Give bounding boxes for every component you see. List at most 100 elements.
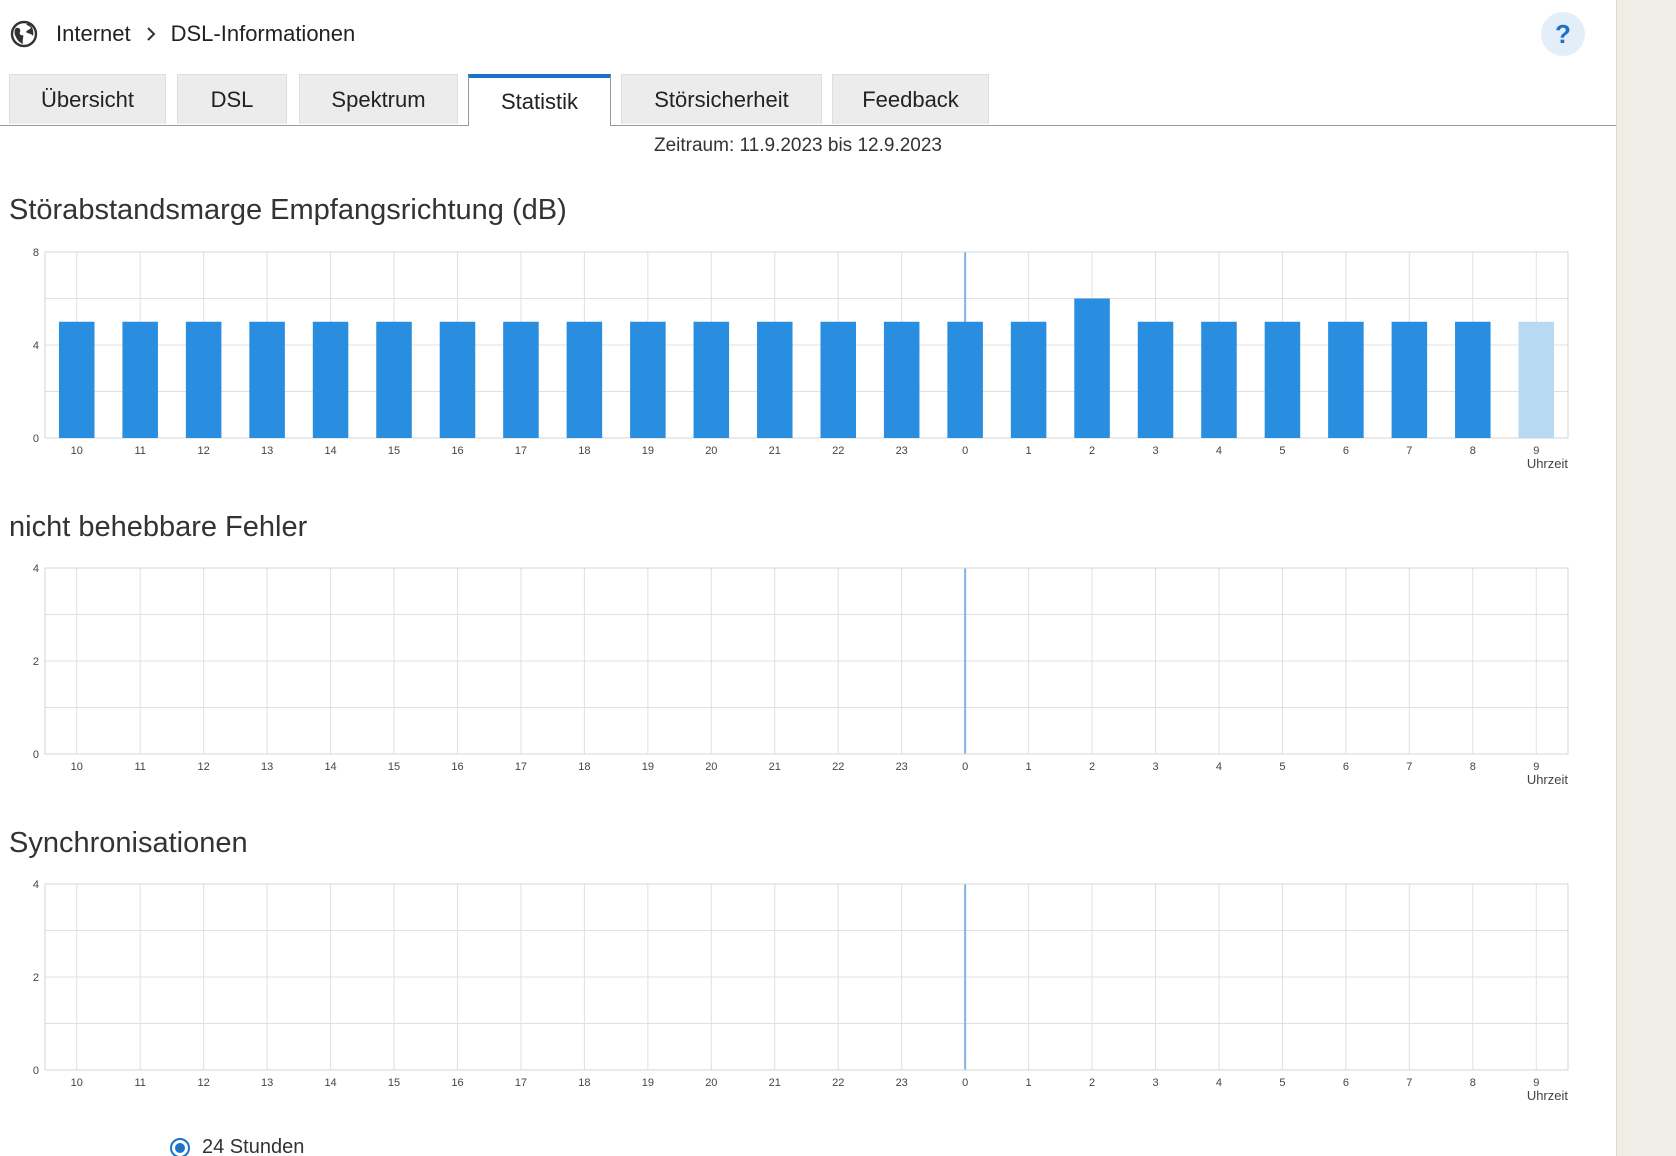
tab-stoersicherheit[interactable]: Störsicherheit <box>621 74 822 124</box>
y-tick-label: 4 <box>33 879 39 891</box>
x-tick-label: 23 <box>896 1077 908 1089</box>
x-tick-label: 1 <box>1026 1077 1032 1089</box>
x-tick-label: 20 <box>705 445 717 457</box>
y-tick-label: 2 <box>33 972 39 984</box>
x-axis-label: Uhrzeit <box>1527 456 1569 471</box>
x-tick-label: 0 <box>962 445 968 457</box>
x-tick-label: 2 <box>1089 761 1095 773</box>
bar-16 <box>439 321 476 438</box>
x-tick-label: 23 <box>896 761 908 773</box>
range-option-24h[interactable]: 24 Stunden <box>170 1136 304 1156</box>
x-tick-label: 19 <box>642 445 654 457</box>
tab-dsl[interactable]: DSL <box>177 74 287 124</box>
x-tick-label: 5 <box>1279 1077 1285 1089</box>
x-axis-label: Uhrzeit <box>1527 772 1569 787</box>
x-tick-label: 2 <box>1089 1077 1095 1089</box>
bar-0 <box>947 321 983 438</box>
x-tick-label: 4 <box>1216 1077 1222 1089</box>
x-tick-label: 5 <box>1279 761 1285 773</box>
chart-title-snr-margin: Störabstandsmarge Empfangsrichtung (dB) <box>9 194 567 226</box>
x-tick-label: 12 <box>198 445 210 457</box>
x-tick-label: 1 <box>1026 445 1032 457</box>
synchronizations-chart: 02410 11 12 13 14 15 16 17 18 19 20 21 22 23 0 1 2 3 4 5 6 7 8… <box>33 879 1569 1103</box>
tab-spektrum[interactable]: Spektrum <box>299 74 458 124</box>
radio-selected-dot <box>175 1142 185 1153</box>
bar-15 <box>376 321 412 438</box>
bar-13 <box>249 321 285 438</box>
x-tick-label: 7 <box>1406 445 1412 457</box>
bar-20 <box>693 321 730 438</box>
x-tick-label: 10 <box>71 445 83 457</box>
bar-2 <box>1074 298 1110 438</box>
bar-3 <box>1137 321 1174 438</box>
x-tick-label: 10 <box>71 1077 83 1089</box>
x-tick-label: 17 <box>515 761 527 773</box>
x-tick-label: 6 <box>1343 445 1349 457</box>
breadcrumb: Internet DSL-Informationen <box>10 18 355 50</box>
x-tick-label: 11 <box>134 761 145 773</box>
breadcrumb-dsl-informationen: DSL-Informationen <box>170 21 356 46</box>
x-tick-label: 8 <box>1470 1077 1476 1089</box>
x-tick-label: 13 <box>261 445 273 457</box>
x-tick-label: 15 <box>388 445 400 457</box>
tab-bar: Übersicht DSL Spektrum Statistik Störsic… <box>0 74 1616 126</box>
uncorrectable-errors-chart: 02410 11 12 13 14 15 16 17 18 19 20 21 22 23 0 1 2 3 4 5 6 7 8… <box>33 563 1569 787</box>
x-tick-label: 22 <box>832 1077 844 1089</box>
bar-23 <box>883 321 920 438</box>
x-tick-label: 18 <box>578 1077 590 1089</box>
bar-12 <box>185 321 222 438</box>
tab-uebersicht[interactable]: Übersicht <box>9 74 166 124</box>
bar-19 <box>630 321 666 438</box>
x-tick-label: 20 <box>705 1077 717 1089</box>
radio-button[interactable] <box>170 1137 190 1156</box>
x-tick-label: 21 <box>769 761 781 773</box>
breadcrumb-internet[interactable]: Internet <box>56 21 131 47</box>
x-tick-label: 22 <box>832 445 844 457</box>
x-tick-label: 10 <box>71 761 83 773</box>
y-tick-label: 2 <box>33 656 39 668</box>
x-tick-label: 22 <box>832 761 844 773</box>
tab-statistik[interactable]: Statistik <box>468 74 611 126</box>
x-tick-label: 19 <box>642 1077 654 1089</box>
x-tick-label: 21 <box>769 445 781 457</box>
y-tick-label: 8 <box>33 247 39 259</box>
y-tick-label: 4 <box>33 340 39 352</box>
x-tick-label: 13 <box>261 1077 273 1089</box>
range-option-label: 24 Stunden <box>202 1136 305 1156</box>
x-tick-label: 0 <box>962 1077 968 1089</box>
x-tick-label: 18 <box>578 445 590 457</box>
x-tick-label: 0 <box>962 761 968 773</box>
x-tick-label: 5 <box>1279 445 1285 457</box>
x-tick-label: 11 <box>134 445 145 457</box>
y-tick-label: 0 <box>33 749 39 761</box>
bar-4 <box>1201 321 1237 438</box>
bar-18 <box>566 321 603 438</box>
x-tick-label: 3 <box>1152 761 1158 773</box>
bar-11 <box>122 321 158 438</box>
chart-title-uncorrectable-errors: nicht behebbare Fehler <box>9 511 308 543</box>
bar-22 <box>820 321 856 438</box>
x-tick-label: 3 <box>1152 445 1158 457</box>
snr-margin-chart: 04810 11 12 13 14 15 16 17 18 19 20 21 22 23 0 1 2 3 4 5 6 7 8… <box>33 247 1569 471</box>
y-tick-label: 0 <box>33 1065 39 1077</box>
x-tick-label: 16 <box>451 761 463 773</box>
statistics-panel: Internet DSL-Informationen ? Übersicht D… <box>0 0 1616 1156</box>
x-tick-label: 12 <box>198 761 210 773</box>
x-tick-label: 21 <box>769 1077 781 1089</box>
help-button[interactable]: ? <box>1541 12 1585 56</box>
window-background-strip <box>1616 0 1676 1156</box>
x-tick-label: 15 <box>388 761 400 773</box>
tab-feedback[interactable]: Feedback <box>832 74 989 124</box>
x-tick-label: 6 <box>1343 761 1349 773</box>
bar-5 <box>1264 321 1301 438</box>
bar-6 <box>1328 321 1364 438</box>
bar-9 <box>1518 321 1555 438</box>
x-tick-label: 2 <box>1089 445 1095 457</box>
x-axis-label: Uhrzeit <box>1527 1088 1569 1103</box>
x-tick-label: 16 <box>451 1077 463 1089</box>
bar-17 <box>503 321 539 438</box>
x-tick-label: 13 <box>261 761 273 773</box>
x-tick-label: 7 <box>1406 761 1412 773</box>
x-tick-label: 20 <box>705 761 717 773</box>
y-tick-label: 4 <box>33 563 39 575</box>
